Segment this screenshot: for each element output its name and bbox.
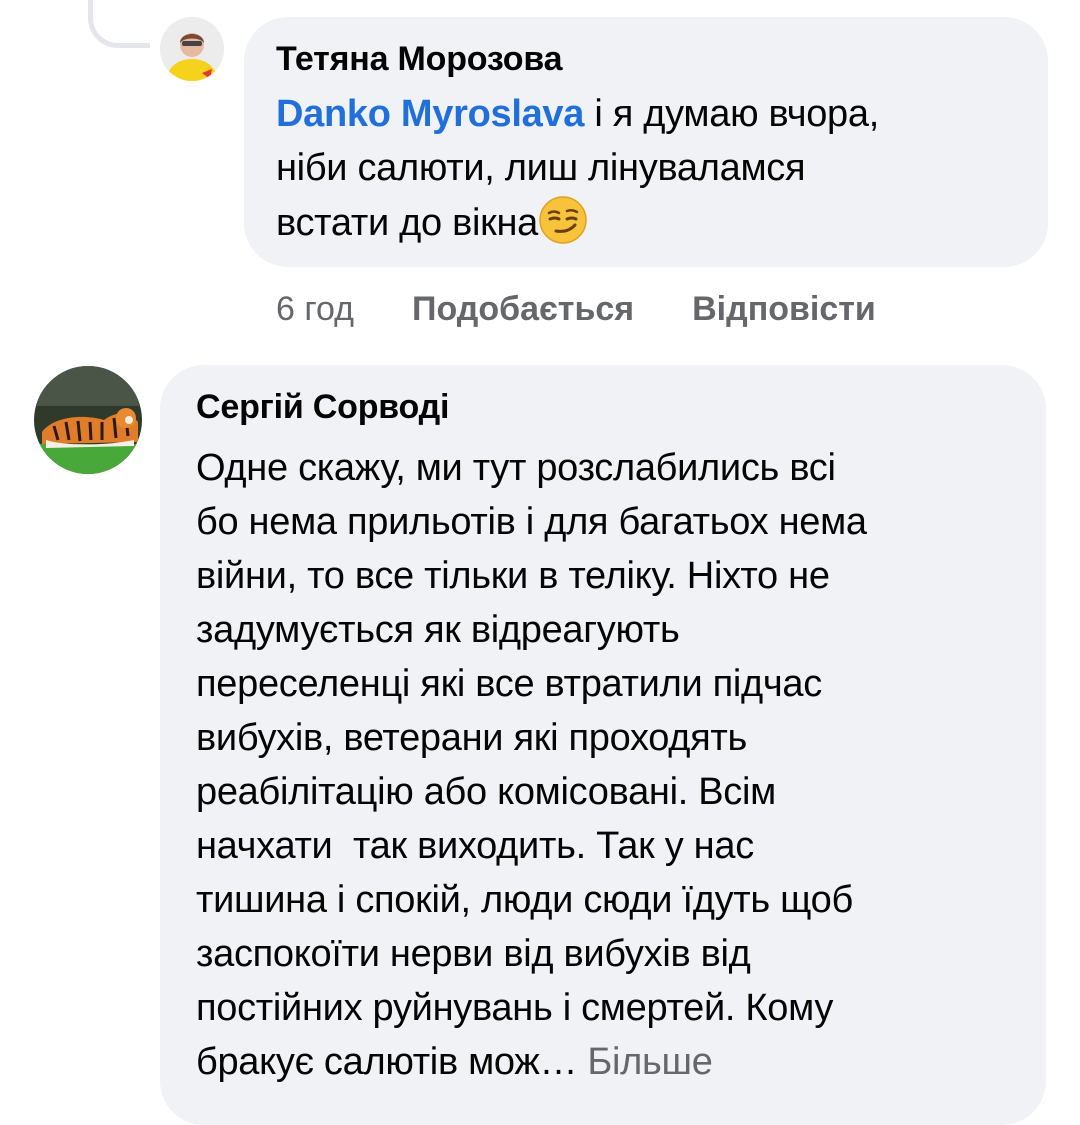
comment-author[interactable]: Тетяна Морозова bbox=[276, 39, 1018, 79]
comment-text-line: начхати так виходить. Так у нас bbox=[196, 825, 754, 867]
comment-text-line: Одне скажу, ми тут розслабились всі bbox=[196, 447, 836, 489]
comment-author[interactable]: Сергій Сорводі bbox=[196, 387, 1016, 427]
comment-bubble: Тетяна Морозова Danko Myroslava і я дума… bbox=[244, 17, 1048, 267]
comment-text-line: бракує салютів мож… Більше bbox=[196, 1035, 1016, 1089]
see-more-link[interactable]: Більше bbox=[587, 1041, 712, 1083]
comment-text-line: війни, то все тільки в теліку. Ніхто не bbox=[196, 555, 830, 597]
avatar[interactable] bbox=[34, 366, 142, 474]
comment-text: Danko Myroslava і я думаю вчора, ніби са… bbox=[276, 87, 1018, 250]
comment-timestamp[interactable]: 6 год bbox=[276, 286, 354, 332]
comment-text-line: заспокоїти нерви від вибухів від bbox=[196, 933, 751, 975]
comment-text-line: встати до вікна bbox=[276, 202, 538, 244]
comment-text-line: і я думаю вчора, bbox=[584, 93, 879, 135]
smirking-face-icon bbox=[538, 195, 588, 245]
mention-link[interactable]: Danko Myroslava bbox=[276, 93, 584, 135]
comment-text-line: переселенці які все втратили підчас bbox=[196, 663, 822, 705]
comment-text-line: постійних руйнувань і смертей. Кому bbox=[196, 987, 834, 1029]
avatar[interactable] bbox=[160, 17, 224, 81]
comment-bubble: Сергій Сорводі Одне скажу, ми тут розсла… bbox=[160, 365, 1046, 1125]
comment-text: Одне скажу, ми тут розслабились всі бо н… bbox=[196, 441, 1016, 1089]
comment-text-line: бо нема прильотів і для багатьох нема bbox=[196, 501, 867, 543]
comment-actions: 6 год Подобається Відповісти bbox=[276, 286, 934, 332]
comment-text-line: тишина і спокій, люди сюди їдуть щоб bbox=[196, 879, 853, 921]
comment-text-line: задумується як відреагують bbox=[196, 609, 680, 651]
reply-thread-connector bbox=[88, 0, 150, 48]
like-button[interactable]: Подобається bbox=[412, 286, 634, 332]
reply-button[interactable]: Відповісти bbox=[692, 286, 876, 332]
comment-text-line: реабілітацію або комісовані. Всім bbox=[196, 771, 776, 813]
comment-text-line: ніби салюти, лиш лінуваламся bbox=[276, 147, 806, 189]
comment-text-line: вибухів, ветерани які проходять bbox=[196, 717, 748, 759]
comment-text-line-truncated: бракує салютів мож… bbox=[196, 1041, 588, 1083]
